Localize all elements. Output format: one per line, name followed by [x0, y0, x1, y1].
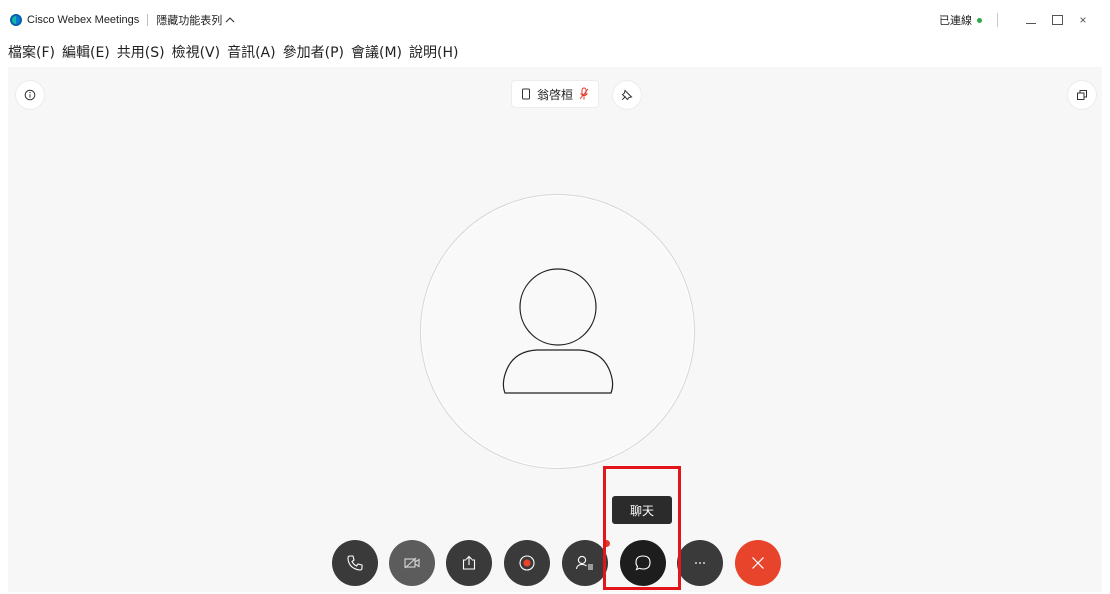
menu-meeting[interactable]: 會議(M) [351, 42, 402, 62]
participants-button[interactable] [562, 540, 608, 586]
participant-avatar [420, 194, 695, 469]
chat-button[interactable] [620, 540, 666, 586]
participant-name: 翁啓桓 [537, 87, 574, 102]
meeting-info-button[interactable] [16, 81, 44, 109]
window-controls-divider [997, 13, 998, 27]
pin-button[interactable] [613, 81, 641, 109]
chat-tooltip: 聊天 [612, 496, 672, 524]
close-window-button[interactable]: × [1072, 10, 1094, 30]
participants-notification-dot [603, 540, 610, 547]
popout-icon [1077, 90, 1087, 100]
title-bar: Cisco Webex Meetings 隱藏功能表列 已連線 × [8, 10, 1102, 30]
record-icon [519, 555, 535, 571]
app-title: Cisco Webex Meetings [27, 14, 140, 26]
person-icon [502, 268, 614, 394]
popout-button[interactable] [1068, 81, 1096, 109]
menu-share[interactable]: 共用(S) [117, 42, 165, 62]
menu-file[interactable]: 檔案(F) [8, 42, 55, 62]
menu-edit[interactable]: 編輯(E) [62, 42, 110, 62]
participant-name-label: 翁啓桓 [512, 81, 599, 107]
menu-view[interactable]: 檢視(V) [172, 42, 221, 62]
close-icon [752, 557, 764, 569]
connection-status: 已連線 [939, 15, 972, 27]
webex-logo-icon [10, 14, 22, 26]
more-options-button[interactable] [677, 540, 723, 586]
menu-bar: 檔案(F) 編輯(E) 共用(S) 檢視(V) 音訊(A) 參加者(P) 會議(… [8, 42, 458, 62]
audio-button[interactable] [332, 540, 378, 586]
chevron-up-icon [225, 17, 235, 23]
menu-participants[interactable]: 參加者(P) [283, 42, 344, 62]
menu-help[interactable]: 說明(H) [409, 42, 458, 62]
leave-meeting-button[interactable] [735, 540, 781, 586]
record-button[interactable] [504, 540, 550, 586]
video-off-icon [404, 557, 420, 569]
device-icon [522, 88, 530, 100]
maximize-button[interactable] [1046, 10, 1068, 30]
chat-icon [635, 555, 651, 571]
share-icon [462, 555, 476, 570]
muted-mic-icon [579, 87, 589, 100]
info-icon [24, 89, 36, 101]
meeting-stage: 翁啓桓 [8, 67, 1102, 592]
more-icon [695, 562, 705, 564]
connection-status-dot [977, 17, 982, 23]
title-divider [147, 14, 149, 26]
video-button[interactable] [389, 540, 435, 586]
hide-menu-bar-toggle[interactable]: 隱藏功能表列 [156, 12, 235, 28]
menu-audio[interactable]: 音訊(A) [227, 42, 276, 62]
participants-icon [575, 555, 593, 570]
share-button[interactable] [446, 540, 492, 586]
hide-menu-bar-label: 隱藏功能表列 [156, 15, 223, 27]
phone-icon [347, 555, 363, 571]
pin-icon [621, 89, 633, 101]
minimize-button[interactable] [1020, 10, 1042, 30]
